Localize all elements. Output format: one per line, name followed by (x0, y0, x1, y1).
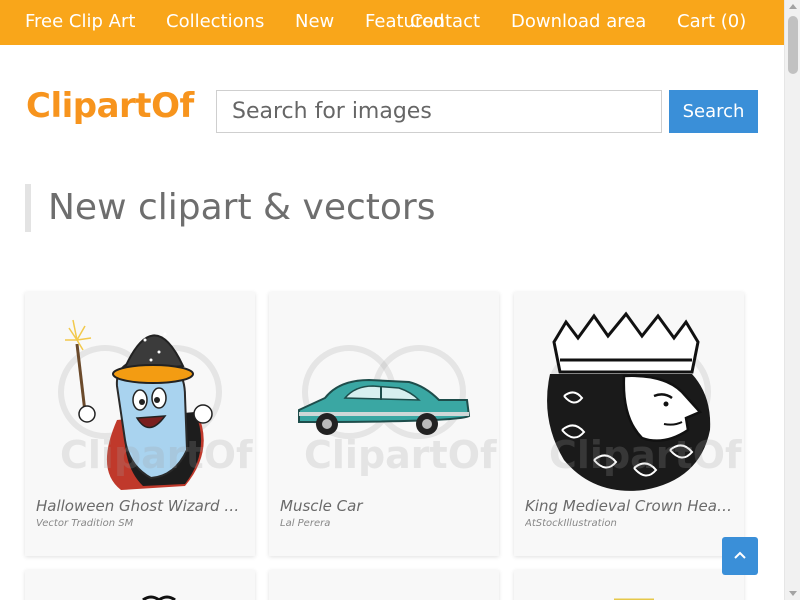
section-title: New clipart & vectors (48, 187, 436, 228)
search-button[interactable]: Search (669, 90, 758, 133)
clipart-card-partial[interactable] (514, 570, 744, 600)
svg-text:ClipartOf: ClipartOf (304, 433, 497, 477)
nav-cart[interactable]: Cart (0) (677, 11, 746, 33)
nav-download-area[interactable]: Download area (511, 11, 646, 33)
nav-new[interactable]: New (295, 11, 334, 33)
card-author[interactable]: Vector Tradition SM (36, 518, 246, 529)
section-accent-bar (25, 184, 31, 232)
scroll-down-arrow-icon[interactable] (789, 591, 797, 596)
page-scrollbar[interactable] (784, 0, 800, 600)
clipart-card-partial[interactable] (269, 570, 499, 600)
nav-contact[interactable]: Contact (410, 11, 480, 33)
nav-collections[interactable]: Collections (166, 11, 264, 33)
card-author[interactable]: Lal Perera (280, 518, 490, 529)
nav-free-clip-art[interactable]: Free Clip Art (25, 11, 135, 33)
search-input[interactable] (216, 90, 662, 133)
scroll-up-arrow-icon[interactable] (789, 4, 797, 9)
king-head-image: ClipartOf (547, 311, 742, 491)
clipart-card-ghost-wizard[interactable]: ClipartOf Halloween Ghost Wizard Clip...… (25, 292, 255, 556)
card-title[interactable]: Muscle Car (280, 497, 490, 515)
scroll-thumb[interactable] (788, 16, 798, 74)
svg-text:ClipartOf: ClipartOf (549, 433, 742, 477)
svg-text:ClipartOf: ClipartOf (60, 433, 253, 477)
muscle-car-image: ClipartOf (298, 345, 497, 477)
card-title[interactable]: Halloween Ghost Wizard Clip... (36, 497, 246, 515)
top-nav: Free Clip Art Collections New Featured C… (0, 0, 784, 45)
partial-card-image (142, 595, 176, 600)
clipart-card-king-head[interactable]: ClipartOf King Medieval Crown Head Fa...… (514, 292, 744, 556)
ghost-wizard-image: ClipartOf (58, 319, 253, 490)
site-logo[interactable]: ClipartOf (26, 86, 194, 126)
card-title[interactable]: King Medieval Crown Head Fa... (525, 497, 735, 515)
clipart-card-muscle-car[interactable]: ClipartOf Muscle Car Lal Perera (269, 292, 499, 556)
card-author[interactable]: AtStockIllustration (525, 518, 735, 529)
partial-card-image (614, 598, 654, 600)
back-to-top-button[interactable] (722, 537, 758, 575)
chevron-up-icon (734, 551, 746, 559)
clipart-card-partial[interactable] (25, 570, 255, 600)
